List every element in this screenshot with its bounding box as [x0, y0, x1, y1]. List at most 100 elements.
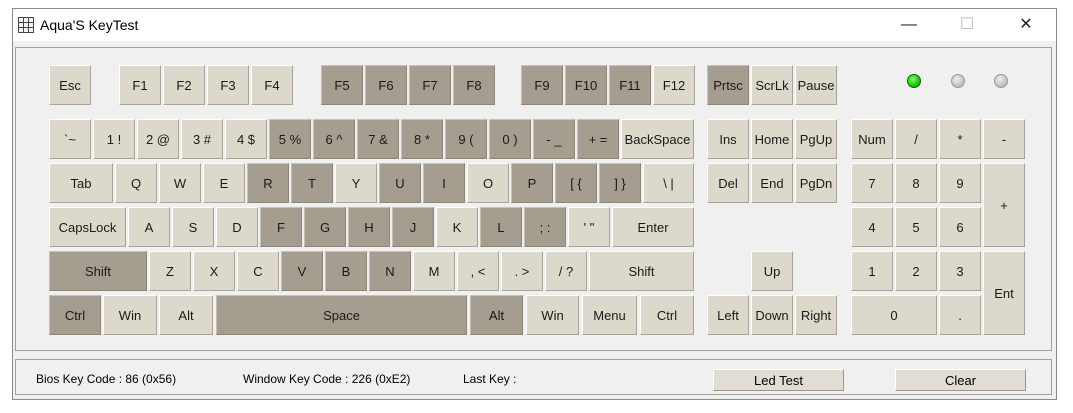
close-button[interactable]: ✕ — [1003, 9, 1049, 41]
key-d[interactable]: D — [216, 207, 258, 247]
key-5[interactable]: 5 % — [269, 119, 311, 159]
led-test-button[interactable]: Led Test — [713, 369, 844, 391]
key-f5[interactable]: F5 — [321, 65, 363, 105]
key-g[interactable]: G — [304, 207, 346, 247]
key-lalt[interactable]: Alt — [159, 295, 213, 335]
key-down[interactable]: Down — [751, 295, 793, 335]
key-period[interactable]: . > — [501, 251, 543, 291]
key-np-plus[interactable]: + — [983, 163, 1025, 247]
key-up[interactable]: Up — [751, 251, 793, 291]
key-r[interactable]: R — [247, 163, 289, 203]
key-7[interactable]: 7 & — [357, 119, 399, 159]
key-backslash[interactable]: \ | — [643, 163, 694, 203]
key-menu[interactable]: Menu — [582, 295, 637, 335]
key-np1[interactable]: 1 — [851, 251, 893, 291]
key-w[interactable]: W — [159, 163, 201, 203]
key-lshift[interactable]: Shift — [49, 251, 147, 291]
key-pause[interactable]: Pause — [795, 65, 837, 105]
key-f[interactable]: F — [260, 207, 302, 247]
key-ins[interactable]: Ins — [707, 119, 749, 159]
key-equal[interactable]: + = — [577, 119, 619, 159]
key-enter[interactable]: Enter — [612, 207, 694, 247]
key-p[interactable]: P — [511, 163, 553, 203]
key-np-slash[interactable]: / — [895, 119, 937, 159]
key-scrlk[interactable]: ScrLk — [751, 65, 793, 105]
key-h[interactable]: H — [348, 207, 390, 247]
key-f9[interactable]: F9 — [521, 65, 563, 105]
key-c[interactable]: C — [237, 251, 279, 291]
key-v[interactable]: V — [281, 251, 323, 291]
key-j[interactable]: J — [392, 207, 434, 247]
key-pgdn[interactable]: PgDn — [795, 163, 837, 203]
key-3[interactable]: 3 # — [181, 119, 223, 159]
key-semicolon[interactable]: ; : — [524, 207, 566, 247]
minimize-button[interactable]: — — [886, 9, 932, 41]
key-f4[interactable]: F4 — [251, 65, 293, 105]
key-pgup[interactable]: PgUp — [795, 119, 837, 159]
key-lbracket[interactable]: [ { — [555, 163, 597, 203]
key-k[interactable]: K — [436, 207, 478, 247]
key-num[interactable]: Num — [851, 119, 893, 159]
key-l[interactable]: L — [480, 207, 522, 247]
key-comma[interactable]: , < — [457, 251, 499, 291]
key-f7[interactable]: F7 — [409, 65, 451, 105]
key-f12[interactable]: F12 — [653, 65, 695, 105]
key-f11[interactable]: F11 — [609, 65, 651, 105]
key-lctrl[interactable]: Ctrl — [49, 295, 101, 335]
key-slash[interactable]: / ? — [545, 251, 587, 291]
key-f1[interactable]: F1 — [119, 65, 161, 105]
key-s[interactable]: S — [172, 207, 214, 247]
key-end[interactable]: End — [751, 163, 793, 203]
key-z[interactable]: Z — [149, 251, 191, 291]
key-np4[interactable]: 4 — [851, 207, 893, 247]
key-i[interactable]: I — [423, 163, 465, 203]
maximize-button[interactable]: ☐ — [944, 9, 990, 41]
clear-button[interactable]: Clear — [895, 369, 1026, 391]
key-e[interactable]: E — [203, 163, 245, 203]
key-ralt[interactable]: Alt — [470, 295, 523, 335]
key-np-star[interactable]: * — [939, 119, 981, 159]
key-quote[interactable]: ' " — [568, 207, 610, 247]
key-0[interactable]: 0 ) — [489, 119, 531, 159]
key-right[interactable]: Right — [795, 295, 837, 335]
key-f2[interactable]: F2 — [163, 65, 205, 105]
key-a[interactable]: A — [128, 207, 170, 247]
key-np-enter[interactable]: Ent — [983, 251, 1025, 335]
key-rbracket[interactable]: ] } — [599, 163, 641, 203]
key-np6[interactable]: 6 — [939, 207, 981, 247]
key-np3[interactable]: 3 — [939, 251, 981, 291]
key-4[interactable]: 4 $ — [225, 119, 267, 159]
key-t[interactable]: T — [291, 163, 333, 203]
title-bar[interactable]: Aqua'S KeyTest — ☐ ✕ — [13, 9, 1056, 41]
key-capslock[interactable]: CapsLock — [49, 207, 126, 247]
key-backtick[interactable]: `~ — [49, 119, 91, 159]
key-x[interactable]: X — [193, 251, 235, 291]
key-rwin[interactable]: Win — [526, 295, 579, 335]
key-backspace[interactable]: BackSpace — [621, 119, 694, 159]
key-del[interactable]: Del — [707, 163, 749, 203]
key-8[interactable]: 8 * — [401, 119, 443, 159]
key-rctrl[interactable]: Ctrl — [640, 295, 694, 335]
key-b[interactable]: B — [325, 251, 367, 291]
key-home[interactable]: Home — [751, 119, 793, 159]
key-np9[interactable]: 9 — [939, 163, 981, 203]
key-np2[interactable]: 2 — [895, 251, 937, 291]
key-1[interactable]: 1 ! — [93, 119, 135, 159]
key-m[interactable]: M — [413, 251, 455, 291]
key-space[interactable]: Space — [216, 295, 467, 335]
key-minus[interactable]: - _ — [533, 119, 575, 159]
key-q[interactable]: Q — [115, 163, 157, 203]
key-np5[interactable]: 5 — [895, 207, 937, 247]
key-prtsc[interactable]: Prtsc — [707, 65, 749, 105]
key-9[interactable]: 9 ( — [445, 119, 487, 159]
key-tab[interactable]: Tab — [49, 163, 113, 203]
key-np-dot[interactable]: . — [939, 295, 981, 335]
key-lwin[interactable]: Win — [103, 295, 157, 335]
key-f8[interactable]: F8 — [453, 65, 495, 105]
key-np-minus[interactable]: - — [983, 119, 1025, 159]
key-2[interactable]: 2 @ — [137, 119, 179, 159]
key-left[interactable]: Left — [707, 295, 749, 335]
key-esc[interactable]: Esc — [49, 65, 91, 105]
key-f3[interactable]: F3 — [207, 65, 249, 105]
key-u[interactable]: U — [379, 163, 421, 203]
